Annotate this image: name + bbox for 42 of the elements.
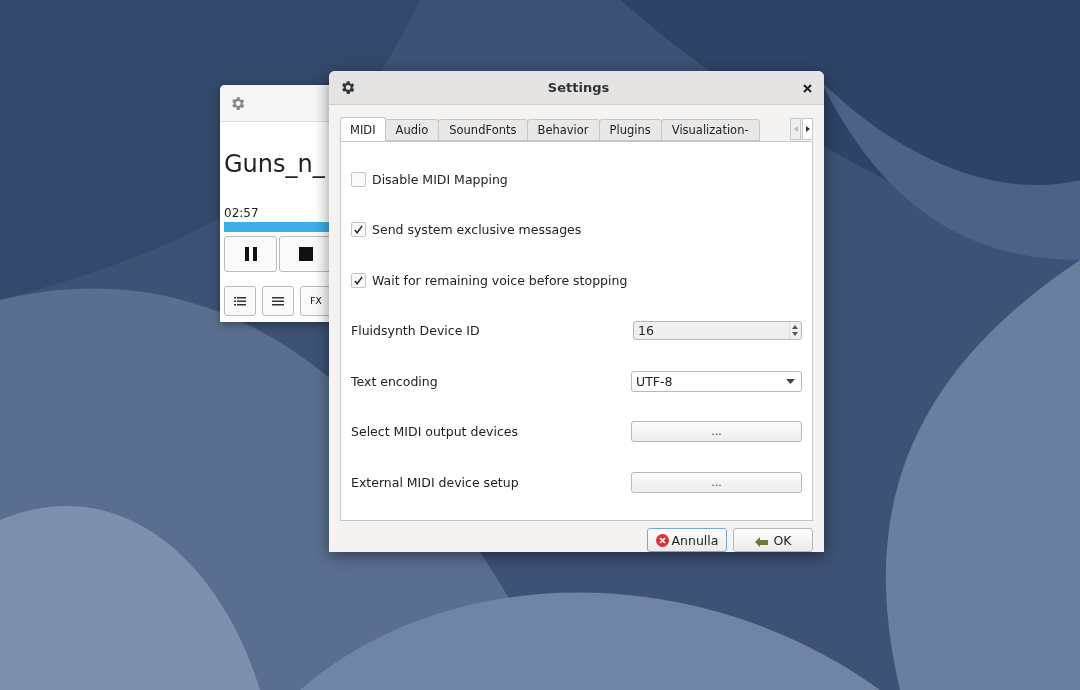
tab[interactable]: Visualization- [660, 119, 760, 141]
spin-field[interactable]: 16 [633, 321, 802, 341]
menu-button[interactable] [262, 286, 294, 316]
list-button[interactable] [224, 286, 256, 316]
field-label: Fluidsynth Device ID [351, 323, 480, 339]
menu-icon [272, 296, 284, 306]
dropdown-arrow-icon [786, 378, 795, 384]
fx-button[interactable]: FX [300, 286, 332, 316]
pause-icon [243, 247, 258, 261]
cancel-button[interactable]: Annulla [647, 528, 727, 552]
song-title: Guns_n_ [224, 150, 326, 178]
tab[interactable]: Plugins [598, 119, 662, 141]
checkbox[interactable] [351, 171, 366, 187]
checkbox-label: Send system exclusive messages [372, 222, 582, 238]
stop-icon [298, 247, 313, 261]
checkbox[interactable] [351, 272, 366, 288]
elapsed-time: 02:57 [224, 206, 260, 220]
tab[interactable]: Audio [384, 119, 440, 141]
list-icon [234, 296, 246, 306]
gear-icon [229, 94, 246, 112]
stop-button[interactable] [279, 236, 332, 272]
pause-button[interactable] [224, 236, 277, 272]
tab[interactable]: Behavior [526, 119, 600, 141]
scroll-right-button[interactable] [802, 118, 813, 140]
checkbox-label: Wait for remaining voice before stopping [372, 272, 628, 288]
browse-button[interactable]: ... [631, 471, 802, 493]
cancel-icon [655, 533, 669, 547]
right-arrow-icon [805, 126, 810, 132]
tab[interactable]: MIDI [340, 117, 386, 141]
field-label: Text encoding [351, 373, 438, 389]
field-label: Select MIDI output devices [351, 424, 519, 440]
checkbox[interactable] [351, 222, 366, 238]
encoding-dropdown[interactable]: UTF-8 [631, 370, 802, 392]
tab[interactable]: SoundFonts [438, 119, 528, 141]
spin-arrows-icon [789, 322, 801, 340]
gear-icon [339, 79, 356, 96]
left-arrow-icon [793, 126, 798, 132]
window-title: Settings [546, 80, 611, 95]
field-label: External MIDI device setup [351, 474, 519, 490]
browse-button[interactable]: ... [631, 421, 802, 443]
ok-button[interactable]: OK [733, 528, 813, 552]
checkbox-label: Disable MIDI Mapping [372, 171, 508, 187]
